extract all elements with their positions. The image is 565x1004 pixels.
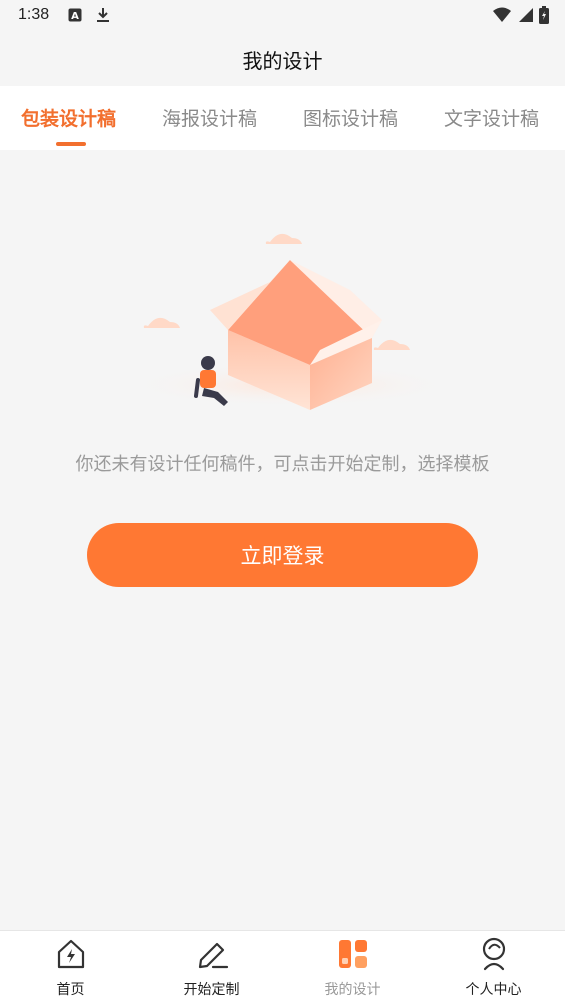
bottom-nav: 首页 开始定制 我的设计 个人中心	[0, 930, 565, 1004]
keyboard-a-icon: A	[68, 7, 82, 27]
nav-item-profile[interactable]: 个人中心	[423, 931, 564, 1004]
page-title: 我的设计	[242, 48, 323, 73]
tab-packaging-design[interactable]: 包装设计稿	[21, 104, 116, 131]
app-header: 我的设计	[0, 32, 565, 86]
pencil-icon	[195, 937, 229, 971]
tab-bar: 包装设计稿 海报设计稿 图标设计稿 文字设计稿	[0, 86, 565, 150]
nav-item-customize[interactable]: 开始定制	[141, 931, 282, 1004]
wifi-icon	[493, 7, 511, 27]
status-left-icons: A	[68, 7, 110, 27]
empty-box-illustration	[120, 220, 450, 420]
login-button[interactable]: 立即登录	[87, 523, 478, 587]
nav-item-my-design[interactable]: 我的设计	[282, 931, 423, 1004]
tab-active-indicator	[56, 142, 86, 146]
status-right-icons	[493, 6, 549, 28]
nav-label-my-design: 我的设计	[324, 982, 381, 998]
battery-icon	[539, 6, 549, 28]
status-time: 1:38	[18, 6, 50, 23]
tab-poster-design[interactable]: 海报设计稿	[162, 104, 257, 131]
design-grid-icon	[336, 937, 370, 971]
tab-text-design[interactable]: 文字设计稿	[444, 104, 539, 131]
nav-label-customize: 开始定制	[183, 982, 240, 998]
status-bar: 1:38 A	[0, 0, 565, 32]
nav-label-home: 首页	[56, 982, 85, 998]
svg-text:A: A	[71, 11, 79, 22]
cell-signal-icon	[517, 7, 533, 27]
download-icon	[96, 7, 110, 27]
user-icon	[477, 937, 511, 971]
empty-state-message: 你还未有设计任何稿件，可点击开始定制，选择模板	[75, 454, 490, 475]
nav-label-profile: 个人中心	[465, 982, 522, 998]
tab-icon-design[interactable]: 图标设计稿	[303, 104, 398, 131]
home-icon	[54, 937, 88, 971]
nav-item-home[interactable]: 首页	[0, 931, 141, 1004]
